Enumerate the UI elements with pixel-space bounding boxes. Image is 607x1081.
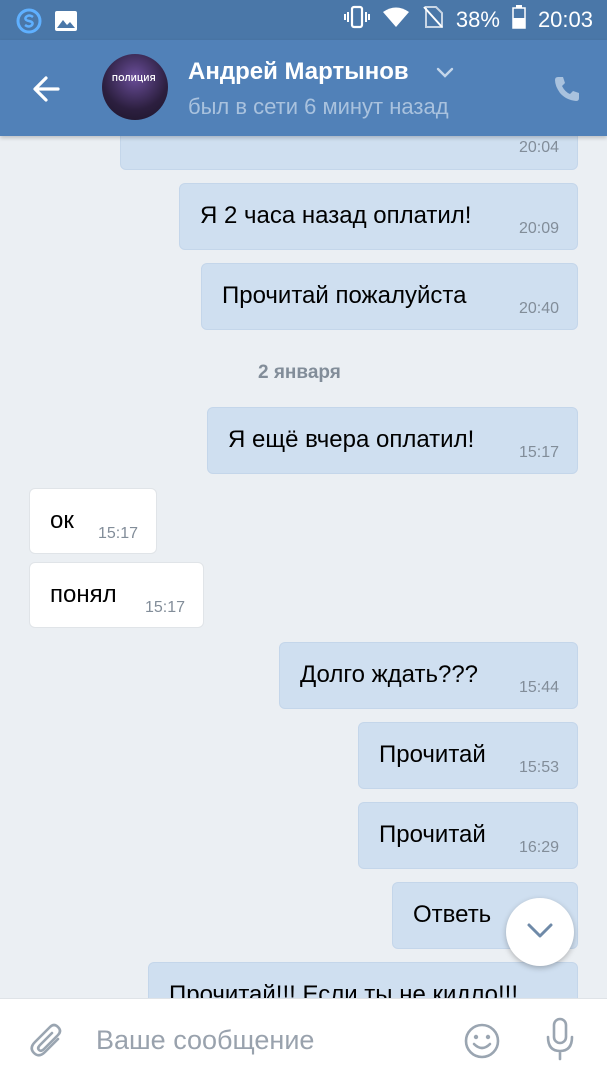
date-separator-label: 2 января (258, 362, 341, 383)
no-sim-icon (422, 5, 444, 35)
message-time: 15:17 (97, 525, 138, 542)
message-text: Прочитай!!! Если ты не кидло!!! (169, 981, 519, 998)
smile-icon (464, 1023, 500, 1059)
paperclip-icon (30, 1023, 62, 1057)
message-time: 15:44 (518, 679, 559, 696)
phone-icon (555, 77, 579, 101)
contact-name[interactable]: Андрей Мартынов (188, 58, 409, 86)
message-text: Долго ждать??? (300, 661, 479, 688)
back-arrow-icon (33, 76, 60, 102)
message-bubble-incoming[interactable]: ок 15:17 (29, 488, 157, 554)
image-icon (54, 10, 78, 37)
message-text: Я 2 часа назад оплатил! (200, 202, 472, 229)
attach-button[interactable] (28, 1021, 66, 1066)
call-button[interactable] (552, 74, 582, 104)
emoji-button[interactable] (462, 1021, 502, 1066)
vibrate-icon (343, 5, 370, 35)
s-app-icon (16, 8, 42, 39)
avatar-caption: ПОЛИЦИЯ (112, 74, 156, 83)
message-text: ок (50, 507, 74, 534)
battery-icon (512, 5, 526, 35)
message-text: Прочитай пожалуйста (222, 282, 467, 309)
message-time: 15:17 (144, 599, 185, 616)
message-bubble-outgoing[interactable]: 20:04 (120, 136, 578, 170)
presence-status: был в сети 6 минут назад (188, 94, 449, 119)
message-time: 20:09 (518, 220, 559, 237)
message-time: 15:17 (518, 444, 559, 461)
message-text: Я ещё вчера оплатил! (228, 426, 475, 453)
wifi-icon (382, 6, 410, 34)
message-bubble-outgoing[interactable]: Прочитай 16:29 (358, 802, 578, 869)
message-text: понял (50, 581, 117, 608)
back-button[interactable] (28, 70, 66, 108)
message-bubble-outgoing[interactable]: Я 2 часа назад оплатил! 20:09 (179, 183, 578, 250)
message-time: 20:40 (518, 300, 559, 317)
chevron-down-icon[interactable] (436, 66, 454, 84)
clock: 20:03 (537, 7, 593, 32)
message-text: Прочитай (379, 821, 486, 848)
message-input[interactable] (96, 1019, 436, 1061)
message-time: 16:29 (518, 839, 559, 856)
chevron-down-icon (527, 923, 553, 938)
message-bubble-outgoing[interactable]: Долго ждать??? 15:44 (279, 642, 578, 709)
avatar[interactable]: ПОЛИЦИЯ (102, 54, 168, 120)
voice-button[interactable] (544, 1017, 576, 1068)
message-bubble-incoming[interactable]: понял 15:17 (29, 562, 204, 628)
message-bubble-outgoing[interactable]: Я ещё вчера оплатил! 15:17 (207, 407, 578, 474)
composer-bar (0, 998, 607, 1081)
message-bubble-outgoing[interactable]: Прочитай пожалуйста 20:40 (201, 263, 578, 330)
microphone-icon (546, 1017, 574, 1061)
scroll-down-button[interactable] (506, 898, 574, 966)
message-time: 20:04 (518, 139, 559, 156)
message-list[interactable]: 20:04 Я 2 часа назад оплатил! 20:09 Проч… (0, 136, 607, 998)
battery-percent: 38% (455, 7, 500, 32)
message-bubble-outgoing[interactable]: Прочитай!!! Если ты не кидло!!! (148, 962, 578, 998)
message-bubble-outgoing[interactable]: Прочитай 15:53 (358, 722, 578, 789)
status-bar: 38% 20:03 (0, 0, 607, 40)
message-text: Прочитай (379, 741, 486, 768)
chat-header: ПОЛИЦИЯ Андрей Мартынов был в сети 6 мин… (0, 40, 607, 136)
message-time: 15:53 (518, 759, 559, 776)
message-text: Ответь (413, 901, 492, 928)
